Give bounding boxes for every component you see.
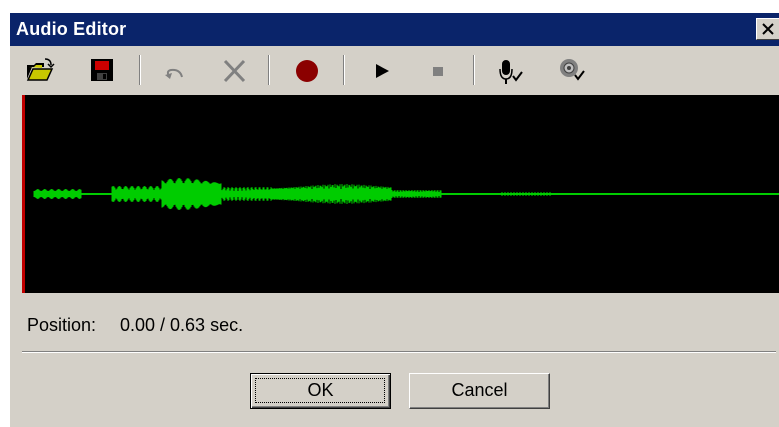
play-button[interactable] (368, 55, 400, 87)
position-value: 0.00 / 0.63 sec. (120, 315, 244, 335)
window-title: Audio Editor (16, 19, 127, 39)
open-button[interactable] (24, 55, 56, 87)
cancel-button-label: Cancel (451, 380, 508, 400)
volume-test-button[interactable] (555, 55, 587, 87)
close-icon (762, 23, 774, 35)
waveform-graph (33, 178, 779, 210)
record-icon (296, 60, 318, 82)
undo-button[interactable] (160, 55, 192, 87)
divider (22, 351, 776, 353)
focus-rectangle (255, 378, 385, 403)
undo-icon (165, 68, 183, 79)
play-icon (376, 64, 389, 78)
waveform-display[interactable] (22, 95, 779, 293)
save-disk-icon (91, 59, 113, 81)
cancel-button[interactable]: Cancel (409, 373, 550, 409)
record-button[interactable] (293, 55, 325, 87)
audio-editor-window: Audio Editor Position: 0.00 / 0.63 sec. … (9, 12, 779, 427)
save-button[interactable] (88, 55, 120, 87)
playback-position-marker[interactable] (22, 95, 25, 293)
delete-button[interactable] (220, 55, 252, 87)
toolbar-separator (139, 55, 141, 85)
position-label: Position: (27, 315, 97, 335)
open-folder-icon (26, 58, 55, 81)
close-button[interactable] (756, 18, 779, 40)
title-bar[interactable]: Audio Editor (10, 13, 779, 46)
volume-check-icon (560, 59, 585, 81)
toolbar (10, 47, 779, 95)
toolbar-separator (343, 55, 345, 85)
toolbar-separator (268, 55, 270, 85)
stop-icon (433, 67, 443, 76)
toolbar-separator (473, 55, 475, 85)
ok-button[interactable]: OK (250, 373, 391, 409)
microphone-check-icon (499, 60, 523, 84)
stop-button[interactable] (426, 55, 458, 87)
microphone-test-button[interactable] (493, 55, 525, 87)
delete-icon (223, 59, 246, 83)
